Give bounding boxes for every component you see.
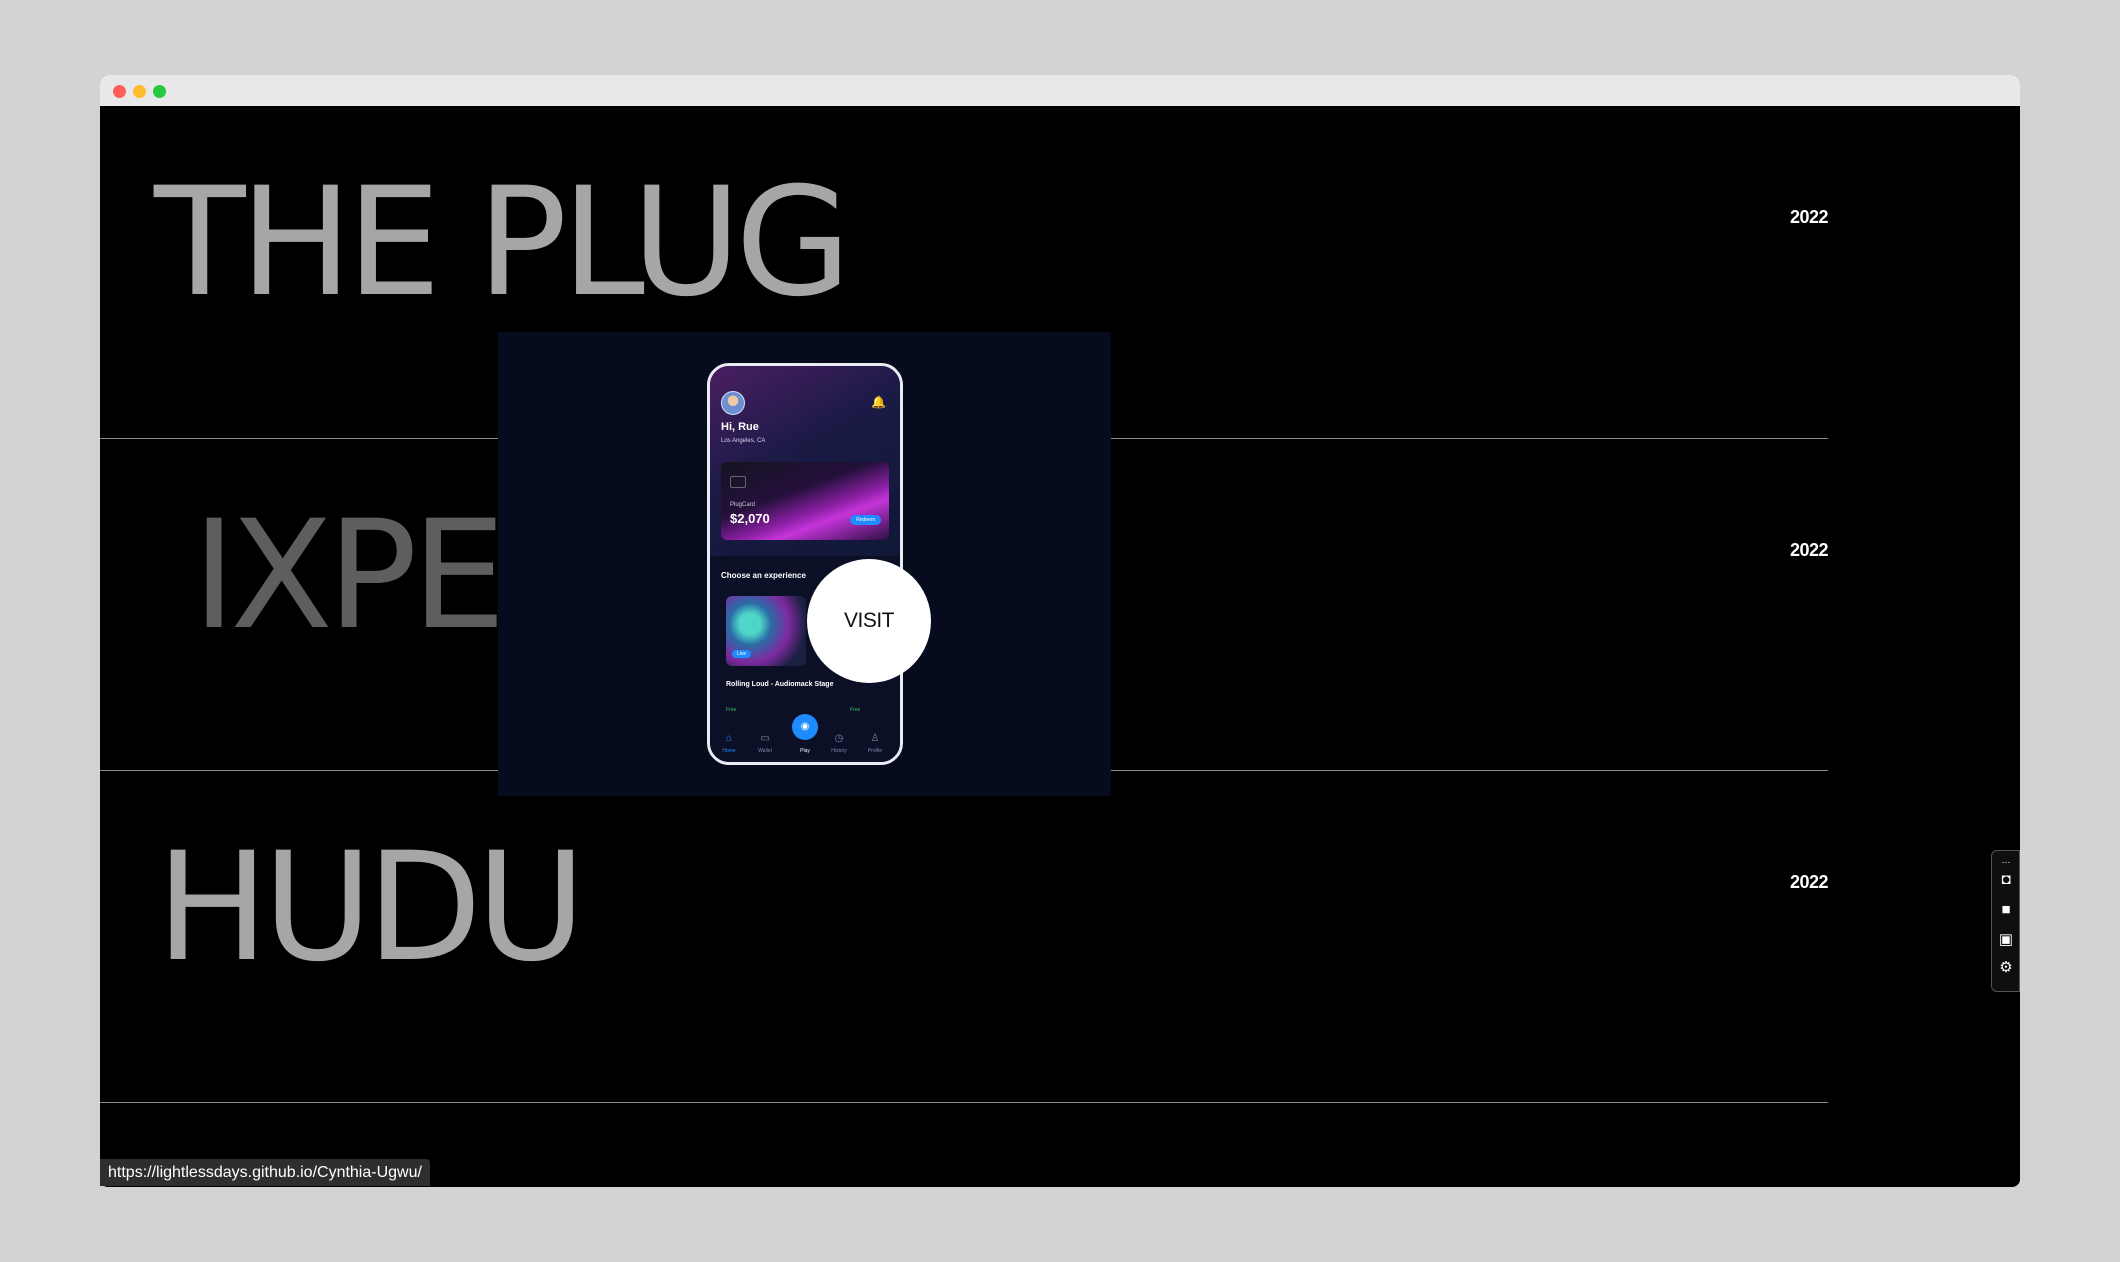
tab-home: Home [722,748,736,754]
tab-play: Play [800,748,810,754]
history-icon: ◷ [834,733,844,744]
title-bar [100,75,2020,106]
window-icon[interactable]: ▣ [1997,931,2015,949]
experience-name: Rolling Loud - Audiomack Stage [726,681,834,688]
tab-wallet: Wallet [758,748,772,754]
experience-price: Free [850,707,861,713]
experience-price: Free [726,707,737,713]
card-amount: $2,070 [730,511,770,526]
page-content: THE PLUG 2022 IXPE 2022 HUDU 2022 🔔 Hi, … [100,106,2020,1187]
section-title: Choose an experience [721,571,806,580]
video-icon[interactable]: ■ [1997,901,2015,919]
plug-card: PlugCard $2,070 Redeem [721,462,889,540]
close-window-button[interactable] [113,85,126,98]
browser-window: THE PLUG 2022 IXPE 2022 HUDU 2022 🔔 Hi, … [100,75,2020,1187]
home-icon: ⌂ [725,733,733,744]
avatar [721,391,745,415]
redeem-button: Redeem [850,515,881,525]
tab-profile: Profile [867,748,883,754]
phone-tab-bar: ⌂ Home ▭ Wallet ◉ Play ◷ History ♙ Profi… [710,714,900,762]
project-preview-image: 🔔 Hi, Rue Los Angeles, CA PlugCard $2,07… [498,332,1111,796]
play-icon: ◉ [792,714,818,740]
gear-icon[interactable]: ⚙ [1997,959,2015,977]
toolbar-handle-icon[interactable]: ⋯ [1997,853,2015,871]
location-text: Los Angeles, CA [721,438,766,444]
camera-icon[interactable]: ◘ [1997,871,2015,889]
maximize-window-button[interactable] [153,85,166,98]
card-chip-icon [730,476,746,488]
profile-icon: ♙ [870,733,880,744]
greeting-text: Hi, Rue [721,421,759,433]
experience-pill: Live [732,650,752,658]
project-title: HUDU [156,821,586,995]
bell-icon: 🔔 [871,395,886,409]
project-year: 2022 [1789,872,1829,892]
status-bar-url: https://lightlessdays.github.io/Cynthia-… [100,1159,430,1186]
card-label: PlugCard [730,502,756,508]
tab-history: History [831,748,847,754]
screenshot-toolbar: ⋯ ◘ ■ ▣ ⚙ [1991,850,2020,992]
visit-button[interactable]: VISIT [807,559,931,683]
wallet-icon: ▭ [760,733,770,744]
minimize-window-button[interactable] [133,85,146,98]
